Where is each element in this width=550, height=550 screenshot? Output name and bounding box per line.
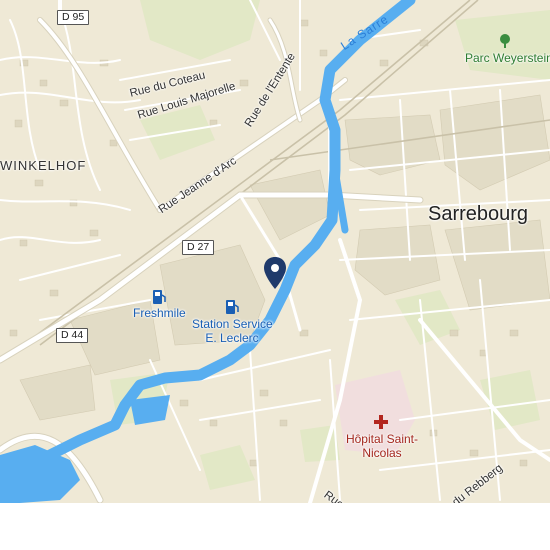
road-shield-d44: D 44	[56, 328, 89, 343]
poi-label-station-service[interactable]: Station Service E. Leclerc	[192, 317, 273, 345]
district-label: WINKELHOF	[0, 158, 87, 173]
poi-label-hopital-line2: Nicolas	[362, 446, 402, 460]
poi-label-station-line2: E. Leclerc	[205, 331, 259, 345]
poi-label-station-line1: Station Service	[192, 317, 273, 331]
poi-label-hopital-line1: Hôpital Saint-	[345, 432, 419, 446]
poi-label-freshmile[interactable]: Freshmile	[133, 306, 186, 320]
poi-label-hopital[interactable]: Hôpital Saint- Nicolas	[342, 432, 422, 460]
road-shield-d95: D 95	[57, 10, 90, 25]
map-canvas[interactable]: D 95 D 27 D 44 Rue du Coteau Rue Louis M…	[0, 0, 550, 503]
poi-label-parc-weyerstein[interactable]: Parc Weyerstein	[465, 51, 550, 65]
town-label: Sarrebourg	[428, 203, 529, 225]
road-shield-d27: D 27	[182, 240, 215, 255]
